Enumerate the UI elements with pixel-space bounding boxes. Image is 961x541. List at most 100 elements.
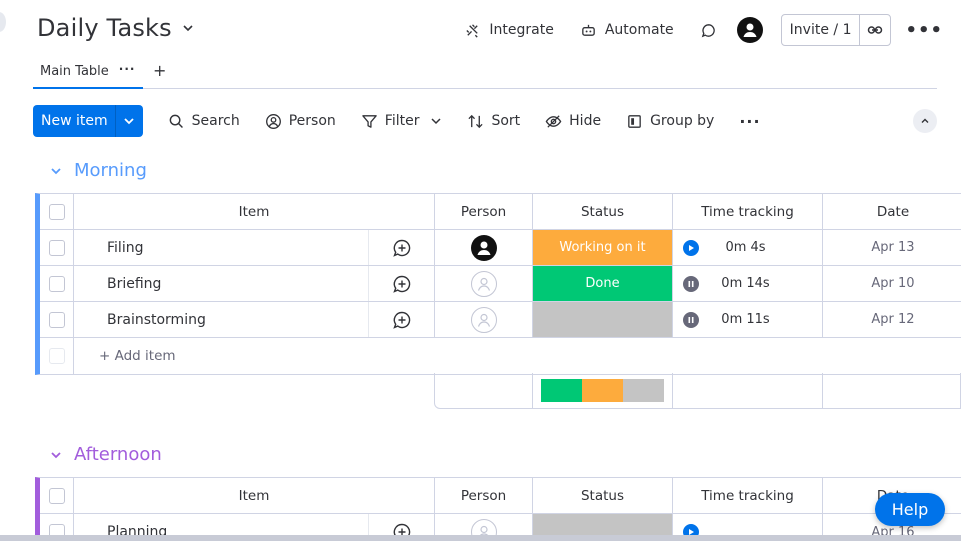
copy-link-button[interactable] [860,15,890,45]
person-cell[interactable] [435,266,533,301]
select-all-cell[interactable] [40,478,74,513]
add-update-button[interactable] [369,302,435,337]
status-cell[interactable] [533,302,673,337]
group-by-icon [628,114,641,128]
row-select-cell[interactable] [40,266,74,301]
summary-status-cell[interactable] [533,373,673,408]
user-outline-icon [477,277,490,291]
row-select-cell[interactable] [40,302,74,337]
chevron-up-icon [921,118,929,123]
status-cell[interactable]: Done [533,266,673,301]
horizontal-scrollbar[interactable] [0,535,961,541]
help-button[interactable]: Help [875,493,945,526]
automate-label: Automate [604,22,674,38]
status-distribution-bar[interactable] [541,379,664,402]
column-header-time-tracking[interactable]: Time tracking [673,478,823,513]
add-update-button[interactable] [369,230,435,265]
add-update-icon [392,239,410,257]
empty-person-avatar[interactable] [470,270,497,297]
integrate-label: Integrate [489,22,554,38]
row-checkbox[interactable] [48,275,65,292]
chevron-down-icon[interactable] [430,115,442,127]
column-header-person[interactable]: Person [435,478,533,513]
toolbar-more-icon[interactable]: ··· [739,112,760,131]
date-cell[interactable]: Apr 10 [823,266,961,301]
sort-button[interactable]: Sort [467,113,520,130]
link-icon [868,26,883,34]
time-tracking-cell[interactable]: 0m 11s [673,302,823,337]
status-cell[interactable]: Working on it [533,230,673,265]
table-header-row: Item Person Status Time tracking Date [40,194,961,230]
invite-button[interactable]: Invite / 1 [782,15,861,45]
new-item-dropdown[interactable] [116,105,143,137]
tab-options-icon[interactable]: ··· [119,62,136,76]
summary-time-cell [673,373,823,408]
group-by-button[interactable]: Group by [626,113,714,130]
more-options-icon[interactable]: ••• [905,20,943,41]
person-avatar[interactable] [470,234,497,261]
group-summary-row [434,373,961,409]
chevron-down-icon[interactable] [50,449,62,461]
edge-handle [0,12,6,32]
tab-main-table[interactable]: Main Table ··· [33,56,143,89]
status-bar-done [541,379,582,402]
date-cell[interactable]: Apr 13 [823,230,961,265]
summary-person-cell [435,373,533,408]
select-all-checkbox[interactable] [48,203,65,220]
table-row[interactable]: Filing Working on it 0m 4s Apr 13 [40,230,961,266]
add-item-input[interactable]: + Add item [74,338,961,374]
time-tracking-cell[interactable]: 0m 4s [673,230,823,265]
column-header-status[interactable]: Status [533,478,673,513]
row-checkbox[interactable] [48,239,65,256]
item-name[interactable]: Brainstorming [74,302,369,337]
hide-button[interactable]: Hide [545,113,601,130]
item-name[interactable]: Briefing [74,266,369,301]
item-name[interactable]: Filing [74,230,369,265]
search-button[interactable]: Search [168,113,240,130]
group-title[interactable]: Afternoon [74,444,162,465]
new-item-button[interactable]: New item [33,105,143,137]
table-row[interactable]: Brainstorming 0m 11s Apr 12 [40,302,961,338]
person-filter-button[interactable]: Person [265,113,336,130]
empty-person-avatar[interactable] [470,306,497,333]
row-checkbox[interactable] [48,311,65,328]
add-update-icon [392,311,410,329]
collapse-header-button[interactable] [913,109,937,133]
add-view-icon[interactable]: + [153,61,166,80]
updates-button[interactable] [700,22,717,39]
chevron-down-icon[interactable] [182,22,194,34]
board-title[interactable]: Daily Tasks [37,14,172,42]
filter-button[interactable]: Filter [361,113,443,130]
column-header-item[interactable]: Item [74,194,435,229]
person-cell[interactable] [435,302,533,337]
row-select-cell[interactable] [40,230,74,265]
group-header-afternoon[interactable]: Afternoon [50,444,162,465]
select-all-checkbox[interactable] [48,487,65,504]
group-header-morning[interactable]: Morning [50,160,147,181]
select-all-cell[interactable] [40,194,74,229]
column-header-person[interactable]: Person [435,194,533,229]
board-title-area[interactable]: Daily Tasks [37,14,194,42]
new-item-label[interactable]: New item [33,105,116,137]
invite-control: Invite / 1 [780,14,892,46]
header-actions: Integrate Automate Invite / 1 ••• [438,14,943,46]
user-avatar[interactable] [736,17,763,43]
column-header-item[interactable]: Item [74,478,435,513]
column-header-time-tracking[interactable]: Time tracking [673,194,823,229]
integrate-button[interactable]: Integrate [464,22,554,39]
column-header-date[interactable]: Date [823,194,961,229]
table-row[interactable]: Briefing Done 0m 14s Apr 10 [40,266,961,302]
person-cell[interactable] [435,230,533,265]
group-title[interactable]: Morning [74,160,147,181]
pause-icon[interactable] [683,275,699,292]
column-header-status[interactable]: Status [533,194,673,229]
chevron-down-icon[interactable] [50,165,62,177]
add-item-row[interactable]: + Add item [40,338,961,374]
add-update-button[interactable] [369,266,435,301]
pause-icon[interactable] [683,311,699,328]
automate-button[interactable]: Automate [580,22,674,39]
date-cell[interactable]: Apr 12 [823,302,961,337]
group-by-label: Group by [650,113,715,129]
time-tracking-cell[interactable]: 0m 14s [673,266,823,301]
play-icon[interactable] [683,239,699,256]
